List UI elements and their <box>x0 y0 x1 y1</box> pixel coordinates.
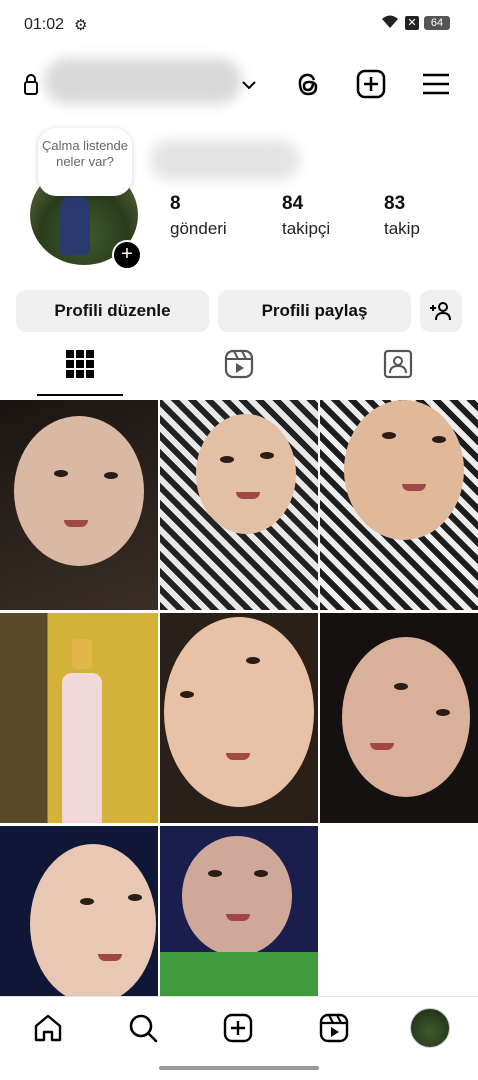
wifi-icon <box>382 15 398 28</box>
post-thumbnail[interactable] <box>160 613 318 823</box>
discover-people-button[interactable] <box>420 290 462 332</box>
post-thumbnail[interactable] <box>0 400 158 610</box>
stat-following[interactable]: 83 takip <box>384 193 420 239</box>
post-thumbnail[interactable] <box>160 400 318 610</box>
search-icon[interactable] <box>127 1012 159 1044</box>
stat-posts[interactable]: 8 gönderi <box>170 193 227 239</box>
status-time: 01:02 <box>24 16 65 33</box>
home-indicator[interactable] <box>159 1066 319 1070</box>
menu-icon[interactable] <box>420 68 452 100</box>
add-story-icon[interactable]: + <box>112 240 142 270</box>
display-name-blurred <box>150 140 300 180</box>
following-count: 83 <box>384 193 406 214</box>
post-thumbnail[interactable] <box>320 613 478 823</box>
post-thumbnail[interactable] <box>320 400 478 610</box>
followers-count: 84 <box>282 193 304 214</box>
reels-icon[interactable] <box>223 348 255 380</box>
tagged-icon[interactable] <box>382 348 414 380</box>
add-person-icon <box>430 302 451 321</box>
followers-label: takipçi <box>282 219 331 238</box>
share-profile-button[interactable]: Profili paylaş <box>218 290 411 332</box>
notification-x-icon: ✕ <box>405 16 419 30</box>
edit-profile-button[interactable]: Profili düzenle <box>16 290 209 332</box>
battery-indicator: 64 <box>424 16 450 30</box>
status-bar: 01:02 ⚙ ✕ 64 <box>0 0 478 48</box>
create-icon[interactable] <box>222 1012 254 1044</box>
posts-label: gönderi <box>170 219 227 238</box>
home-icon[interactable] <box>32 1012 64 1044</box>
username-blurred[interactable] <box>44 58 242 104</box>
settings-gear-icon: ⚙ <box>74 17 88 34</box>
grid-icon[interactable] <box>64 348 96 380</box>
active-tab-indicator <box>37 394 123 396</box>
following-label: takip <box>384 219 420 238</box>
lock-icon <box>24 74 38 95</box>
post-thumbnail[interactable] <box>0 613 158 823</box>
post-thumbnail[interactable] <box>160 826 318 996</box>
reels-nav-icon[interactable] <box>318 1012 350 1044</box>
post-thumbnail[interactable] <box>0 826 158 996</box>
posts-count: 8 <box>170 193 181 214</box>
chevron-down-icon[interactable] <box>240 78 258 92</box>
profile-nav-avatar[interactable] <box>410 1008 450 1048</box>
note-bubble[interactable]: Çalma listende neler var? <box>38 128 132 196</box>
create-post-icon[interactable] <box>355 68 387 100</box>
stat-followers[interactable]: 84 takipçi <box>282 193 330 239</box>
threads-icon[interactable] <box>292 68 324 100</box>
